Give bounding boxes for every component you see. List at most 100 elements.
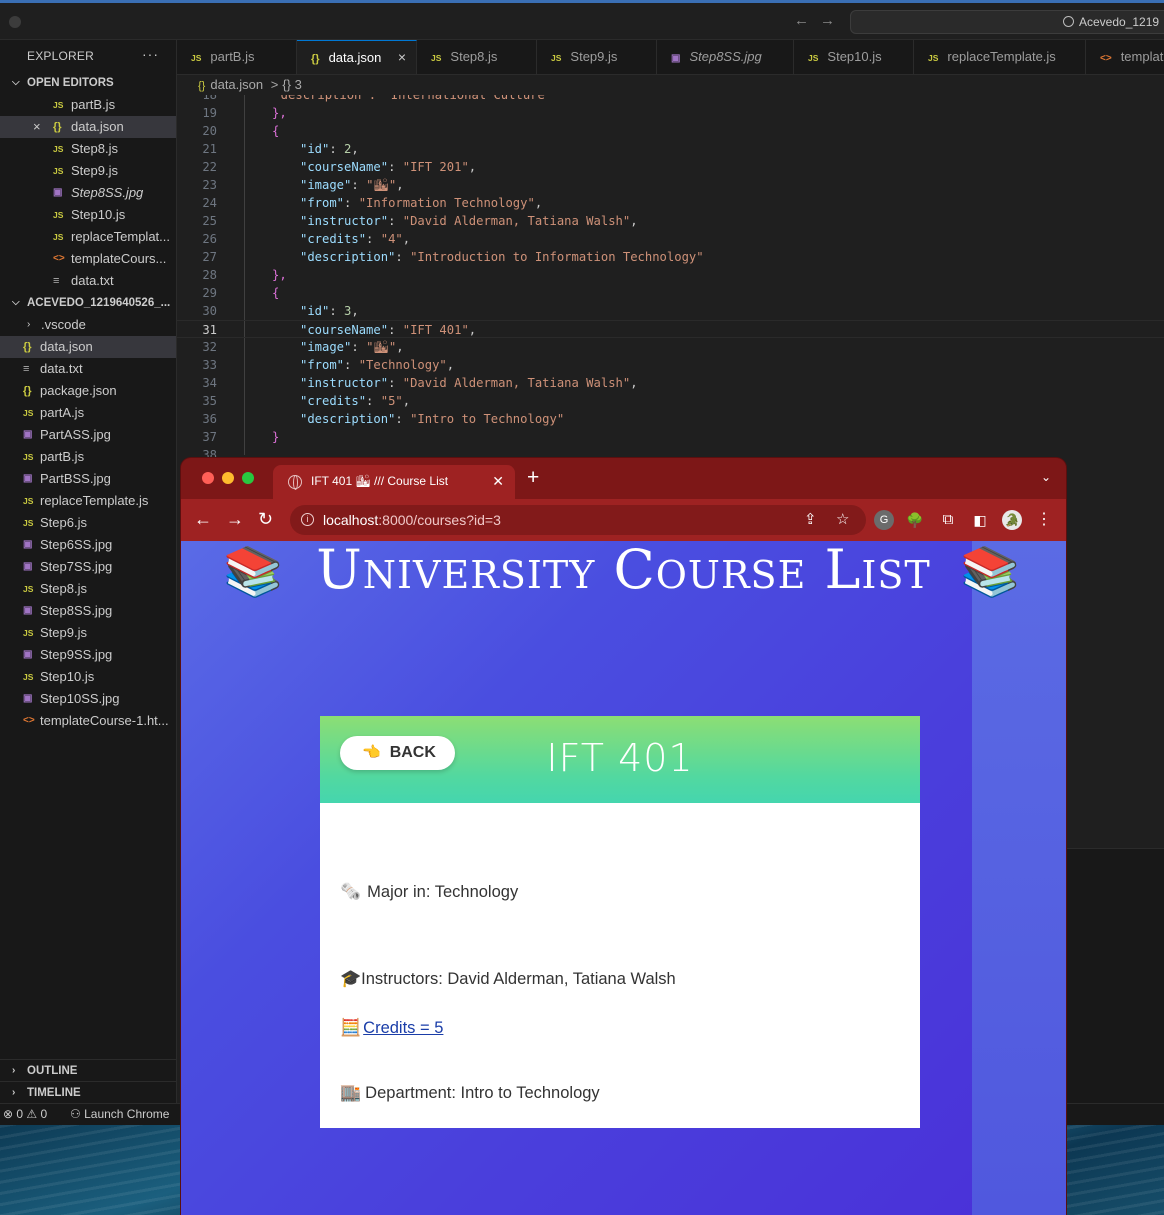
site-info-icon[interactable]: i (301, 513, 314, 526)
code-line: 28}, (202, 268, 287, 282)
code-line: 22 "courseName": "IFT 201", (202, 160, 477, 174)
open-editor-item[interactable]: JS Step8.js (0, 138, 176, 160)
course-card-header: IFT 401 👈 BACK (320, 716, 920, 803)
course-card: IFT 401 👈 BACK 🗞️ Major in: Technology 🎓In… (320, 716, 920, 1128)
file-item[interactable]: JS Step9.js (0, 622, 176, 644)
grammarly-extension-icon[interactable]: G (874, 510, 894, 530)
instructors-line: 🎓Instructors: David Alderman, Tatiana Wa… (340, 969, 676, 988)
launch-chrome-status[interactable]: ⚇ Launch Chrome (70, 1104, 169, 1125)
open-editor-item[interactable]: JS Step10.js (0, 204, 176, 226)
chevron-right-icon: › (12, 1065, 16, 1076)
outline-section[interactable]: › OUTLINE (0, 1059, 177, 1081)
back-button[interactable]: 👈 BACK (340, 736, 455, 770)
open-editor-item[interactable]: <> templateCours... (0, 248, 176, 270)
file-item[interactable]: ▣ PartASS.jpg (0, 424, 176, 446)
open-editor-item[interactable]: ≡ data.txt (0, 270, 176, 292)
maximize-window-button[interactable] (242, 472, 254, 484)
debug-icon: ⚇ (70, 1107, 85, 1121)
open-editor-item[interactable]: JS Step9.js (0, 160, 176, 182)
close-tab-icon[interactable]: ✕ (492, 465, 504, 498)
tab-replace-template[interactable]: JS replaceTemplate.js (914, 40, 1086, 74)
timeline-section[interactable]: › TIMELINE (0, 1081, 177, 1103)
close-icon[interactable]: × (398, 41, 406, 74)
tab-step8[interactable]: JS Step8.js (417, 40, 537, 74)
open-editor-item[interactable]: ×{} data.json (0, 116, 176, 138)
file-item[interactable]: {} package.json (0, 380, 176, 402)
reload-icon[interactable]: ↻ (258, 508, 273, 530)
file-item[interactable]: ▣ Step7SS.jpg (0, 556, 176, 578)
open-editor-item[interactable]: JS replaceTemplat... (0, 226, 176, 248)
js-file-icon: JS (53, 210, 64, 220)
code-line: 34 "instructor": "David Alderman, Tatiana… (202, 376, 638, 390)
image-file-icon: ▣ (23, 605, 33, 616)
tab-search-chevron-icon[interactable]: ⌄ (1041, 470, 1051, 484)
file-item[interactable]: ▣ PartBSS.jpg (0, 468, 176, 490)
file-item[interactable]: {} data.json (0, 336, 176, 358)
chevron-down-icon: ⌵ (12, 297, 20, 308)
image-file-icon: ▣ (23, 473, 33, 484)
file-item[interactable]: ▣ Step6SS.jpg (0, 534, 176, 556)
js-file-icon: JS (23, 452, 34, 462)
js-file-icon: JS (53, 100, 64, 110)
share-icon[interactable]: ⇪ (804, 505, 817, 535)
html-file-icon: <> (1100, 53, 1112, 64)
js-file-icon: JS (808, 53, 819, 63)
back-arrow-icon[interactable]: ← (194, 508, 212, 530)
window-control-dot[interactable] (9, 16, 21, 28)
file-item[interactable]: JS Step6.js (0, 512, 176, 534)
profile-avatar[interactable]: 🐊 (1002, 510, 1022, 530)
bookmark-star-icon[interactable]: ☆ (836, 505, 849, 535)
file-item[interactable]: ≡ data.txt (0, 358, 176, 380)
new-tab-button[interactable]: + (527, 466, 539, 490)
command-center-search[interactable]: Acevedo_1219 (850, 10, 1164, 34)
code-line: 26 "credits": "4", (202, 232, 411, 246)
file-item[interactable]: ▣ Step10SS.jpg (0, 688, 176, 710)
js-file-icon: JS (23, 496, 34, 506)
address-bar[interactable]: i localhost:8000/courses?id=3 ⇪ ☆ (290, 505, 866, 535)
breadcrumb: {} data.json >{} 3 (177, 75, 1164, 95)
forward-arrow-icon[interactable]: → (820, 12, 835, 29)
folder-item[interactable]: › .vscode (0, 314, 176, 336)
js-file-icon: JS (191, 53, 202, 63)
chrome-tab-active[interactable]: IFT 401 🏙 /// Course List ✕ (273, 465, 515, 499)
tab-data-json[interactable]: {} data.json × (297, 40, 417, 74)
open-editor-item[interactable]: ▣ Step8SS.jpg (0, 182, 176, 204)
department-store-icon: 🏬 (340, 1083, 362, 1102)
open-editor-item[interactable]: JS partB.js (0, 94, 176, 116)
close-window-button[interactable] (202, 472, 214, 484)
forward-arrow-icon[interactable]: → (226, 508, 244, 530)
tab-step9[interactable]: JS Step9.js (537, 40, 657, 74)
more-actions-icon[interactable]: ··· (142, 38, 159, 70)
open-editors-section[interactable]: ⌵ OPEN EDITORS (0, 72, 176, 94)
html-file-icon: <> (23, 715, 35, 726)
file-item[interactable]: <> templateCourse-1.ht... (0, 710, 176, 732)
minimize-window-button[interactable] (222, 472, 234, 484)
problems-indicator[interactable]: ⊗ 0 ⚠ 0 (3, 1104, 47, 1125)
tab-template[interactable]: <> templat (1086, 40, 1164, 74)
file-item[interactable]: JS replaceTemplate.js (0, 490, 176, 512)
tab-step8ss[interactable]: ▣ Step8SS.jpg (657, 40, 794, 74)
file-item[interactable]: JS partB.js (0, 446, 176, 468)
workspace-section[interactable]: ⌵ ACEVEDO_1219640526_... (0, 292, 176, 314)
close-icon[interactable]: × (33, 116, 41, 138)
tab-step10[interactable]: JS Step10.js (794, 40, 914, 74)
tree-extension-icon[interactable]: 🌳 (905, 510, 925, 530)
file-item[interactable]: ▣ Step9SS.jpg (0, 644, 176, 666)
extensions-puzzle-icon[interactable]: ⧉ (938, 510, 958, 530)
js-file-icon: JS (23, 584, 34, 594)
file-item[interactable]: JS partA.js (0, 402, 176, 424)
tab-partb[interactable]: JS partB.js (177, 40, 297, 74)
file-item[interactable]: JS Step10.js (0, 666, 176, 688)
back-arrow-icon[interactable]: ← (794, 12, 809, 29)
file-item[interactable]: ▣ Step8SS.jpg (0, 600, 176, 622)
page-viewport: 📚 📚 University Course List IFT 401 👈 BACK… (181, 541, 1066, 1215)
credits-link[interactable]: Credits = 5 (363, 1019, 443, 1037)
text-file-icon: ≡ (23, 363, 30, 375)
chrome-menu-icon[interactable]: ⋮ (1034, 510, 1054, 530)
code-line: 37} (202, 430, 280, 444)
file-item[interactable]: JS Step8.js (0, 578, 176, 600)
code-line: 33 "from": "Technology", (202, 358, 455, 372)
code-line: 36 "description": "Intro to Technology" (202, 412, 565, 426)
side-panel-icon[interactable]: ◧ (970, 510, 990, 530)
graduation-cap-icon: 🎓 (340, 969, 362, 988)
